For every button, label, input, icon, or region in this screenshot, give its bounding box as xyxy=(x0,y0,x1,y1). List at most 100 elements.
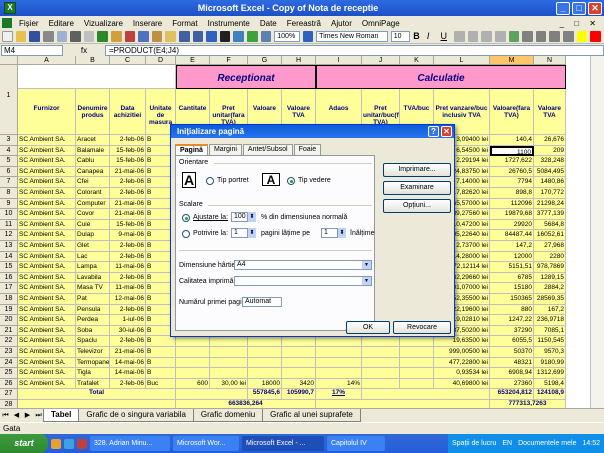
table-cell[interactable]: Balamale xyxy=(76,145,110,157)
table-cell[interactable]: 28569,35 xyxy=(534,294,566,305)
table-cell[interactable]: 11-mai-06 xyxy=(110,262,146,273)
table-cell[interactable]: 16052,61 xyxy=(534,230,566,241)
fit-label[interactable]: Potrivire la: xyxy=(193,230,228,237)
table-cell[interactable]: 2-feb-06 xyxy=(110,188,146,199)
table-cell[interactable]: 880 xyxy=(490,304,534,316)
table-cell[interactable] xyxy=(282,357,316,369)
table-cell[interactable]: 140,4 xyxy=(490,135,534,146)
fit-tall-spinner[interactable]: 1 xyxy=(321,228,346,238)
help-icon[interactable]: ? xyxy=(428,126,439,137)
column-header-k[interactable]: K xyxy=(400,56,434,65)
table-cell[interactable] xyxy=(176,368,210,379)
table-cell[interactable]: 1480,86 xyxy=(534,177,566,188)
table-cell[interactable] xyxy=(400,378,434,390)
minimize-button[interactable]: _ xyxy=(556,1,570,15)
table-cell[interactable]: 40,69800 lei xyxy=(434,378,490,390)
table-cell[interactable]: Computer xyxy=(76,198,110,210)
menu-tools[interactable]: Instrumente xyxy=(203,19,255,28)
table-cell[interactable]: 0,93534 lei xyxy=(434,368,490,379)
new-icon[interactable] xyxy=(2,31,13,42)
font-color-icon[interactable] xyxy=(590,31,601,42)
start-button[interactable]: start xyxy=(0,434,48,453)
table-cell[interactable] xyxy=(362,368,400,379)
table-cell[interactable]: Pensula xyxy=(76,304,110,316)
table-cell[interactable]: 112096 xyxy=(490,198,534,210)
table-cell[interactable]: SC Ambient SA. xyxy=(18,325,76,337)
table-cell[interactable]: 150365 xyxy=(490,294,534,305)
document-window-controls[interactable]: _ □ ✕ xyxy=(560,19,604,28)
row-header[interactable]: 6 xyxy=(0,166,18,178)
table-cell[interactable]: 14% xyxy=(316,378,362,390)
column-header-c[interactable]: C xyxy=(110,56,146,65)
first-page-input[interactable]: Automat xyxy=(242,297,282,307)
print-button[interactable]: Imprimare... xyxy=(383,163,451,177)
table-cell[interactable]: 30,00 lei xyxy=(210,378,248,390)
redo-icon[interactable] xyxy=(192,31,204,42)
row-header[interactable]: 26 xyxy=(0,378,18,390)
column-title[interactable]: Valoare TVA xyxy=(534,89,566,135)
table-cell[interactable]: SC Ambient SA. xyxy=(18,145,76,157)
table-cell[interactable]: 898,8 xyxy=(490,188,534,199)
menu-view[interactable]: Vizualizare xyxy=(79,19,128,28)
table-cell[interactable] xyxy=(210,347,248,358)
table-cell[interactable]: 3420 xyxy=(282,378,316,390)
table-cell[interactable]: 37290 xyxy=(490,325,534,337)
portrait-radio[interactable] xyxy=(206,177,214,185)
italic-button[interactable]: I xyxy=(427,31,438,42)
table-cell[interactable]: 30-iul-06 xyxy=(110,325,146,337)
table-cell[interactable] xyxy=(362,336,400,347)
paper-size-select[interactable]: A4 xyxy=(234,260,372,270)
column-header-a[interactable]: A xyxy=(18,56,76,65)
table-cell[interactable]: 2884,2 xyxy=(534,283,566,294)
row-header[interactable]: 28 xyxy=(0,400,18,408)
table-cell[interactable]: Spaclu xyxy=(76,336,110,347)
row-header[interactable]: 5 xyxy=(0,156,18,167)
table-cell[interactable]: SC Ambient SA. xyxy=(18,198,76,210)
name-box[interactable]: M4 xyxy=(1,44,63,56)
table-cell[interactable]: 6055,5 xyxy=(490,336,534,347)
row-header[interactable]: 4 xyxy=(0,145,18,157)
row-header[interactable]: 13 xyxy=(0,241,18,252)
table-cell[interactable]: 9570,3 xyxy=(534,347,566,358)
table-cell[interactable]: Soba xyxy=(76,325,110,337)
drawing-icon[interactable] xyxy=(260,31,272,42)
first-sheet-icon[interactable]: ⏮ xyxy=(0,411,11,421)
row-header[interactable]: 20 xyxy=(0,315,18,326)
table-cell[interactable]: 15-feb-06 xyxy=(110,156,146,167)
table-cell[interactable]: SC Ambient SA. xyxy=(18,230,76,241)
print-quality-select[interactable] xyxy=(234,276,372,286)
table-cell[interactable]: 15-feb-06 xyxy=(110,219,146,231)
table-cell[interactable]: 7085,1 xyxy=(534,325,566,337)
row-header[interactable]: 27 xyxy=(0,389,18,400)
column-title[interactable]: Denumire produs xyxy=(76,89,110,135)
table-cell[interactable]: SC Ambient SA. xyxy=(18,315,76,326)
sheet-tab-tabel[interactable]: Tabel xyxy=(43,409,80,422)
formula-input[interactable]: =PRODUCT(E4;J4) xyxy=(105,44,604,56)
table-cell[interactable]: B xyxy=(146,368,176,379)
table-cell[interactable]: 2-feb-06 xyxy=(110,272,146,284)
format-painter-icon[interactable] xyxy=(165,31,176,42)
row-header[interactable]: 8 xyxy=(0,188,18,199)
table-cell[interactable]: 328,248 xyxy=(534,156,566,167)
column-title[interactable]: Data achizitiei xyxy=(110,89,146,135)
fit-radio[interactable] xyxy=(182,230,190,238)
menu-help[interactable]: Ajutor xyxy=(326,19,357,28)
table-cell[interactable]: Lampa xyxy=(76,262,110,273)
font-size-select[interactable]: 10 xyxy=(390,31,411,42)
table-cell[interactable] xyxy=(316,336,362,347)
table-cell[interactable]: SC Ambient SA. xyxy=(18,241,76,252)
column-header-g[interactable]: G xyxy=(248,56,282,65)
table-cell[interactable]: SC Ambient SA. xyxy=(18,294,76,305)
cut-icon[interactable] xyxy=(124,31,136,42)
paste-icon[interactable] xyxy=(151,31,163,42)
table-cell[interactable] xyxy=(248,368,282,379)
copy-icon[interactable] xyxy=(138,31,149,42)
dialog-close-icon[interactable]: ✕ xyxy=(441,126,452,137)
bold-button[interactable]: B xyxy=(413,31,424,42)
vertical-scrollbar[interactable] xyxy=(590,56,604,408)
adjust-spinner[interactable]: 100 xyxy=(231,212,256,222)
table-cell[interactable] xyxy=(400,368,434,379)
table-cell[interactable]: 477,22800 lei xyxy=(434,357,490,369)
portrait-label[interactable]: Tip portret xyxy=(217,177,249,184)
quicklaunch-ie-icon[interactable] xyxy=(64,438,74,449)
